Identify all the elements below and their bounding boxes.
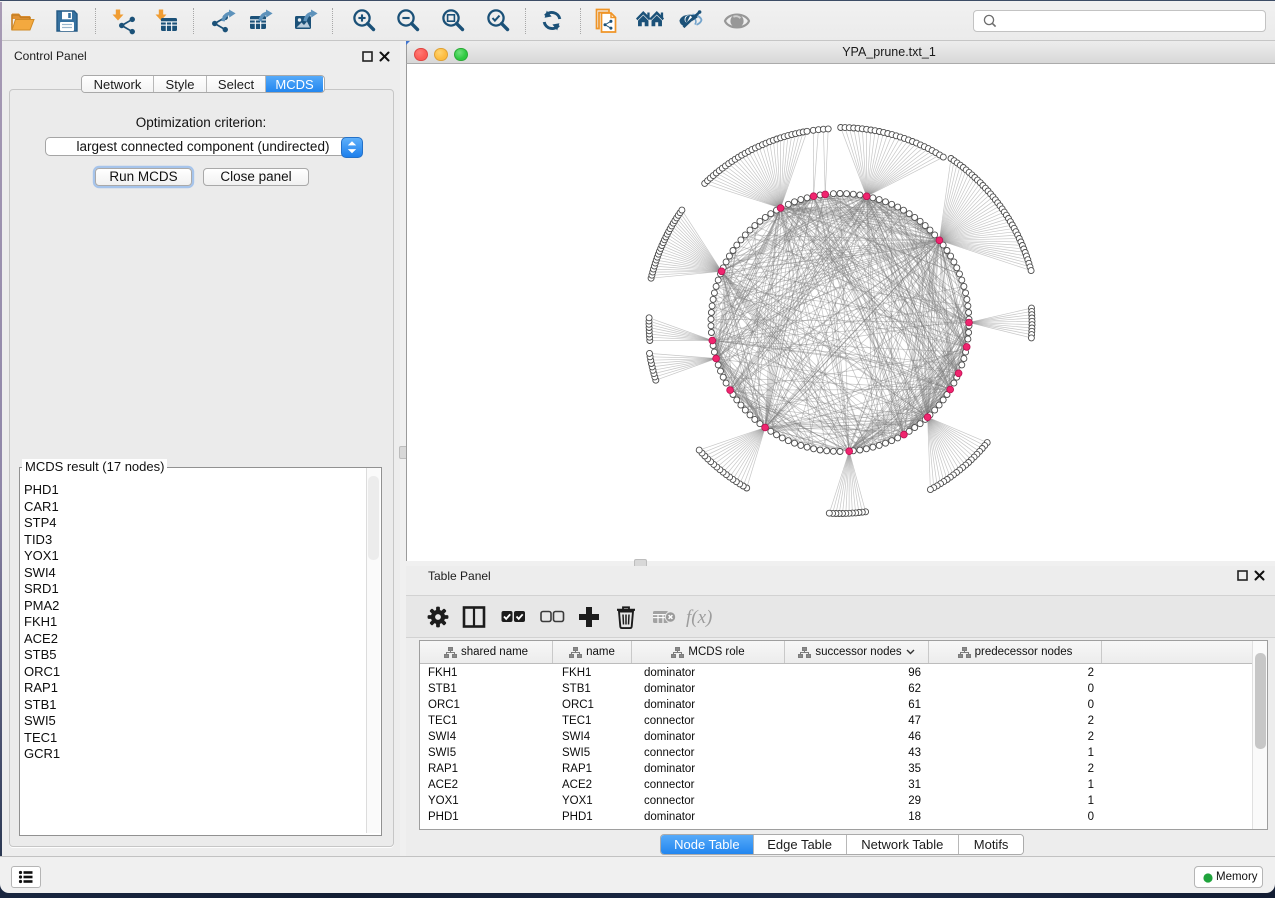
svg-text:f(x): f(x) — [686, 607, 712, 628]
